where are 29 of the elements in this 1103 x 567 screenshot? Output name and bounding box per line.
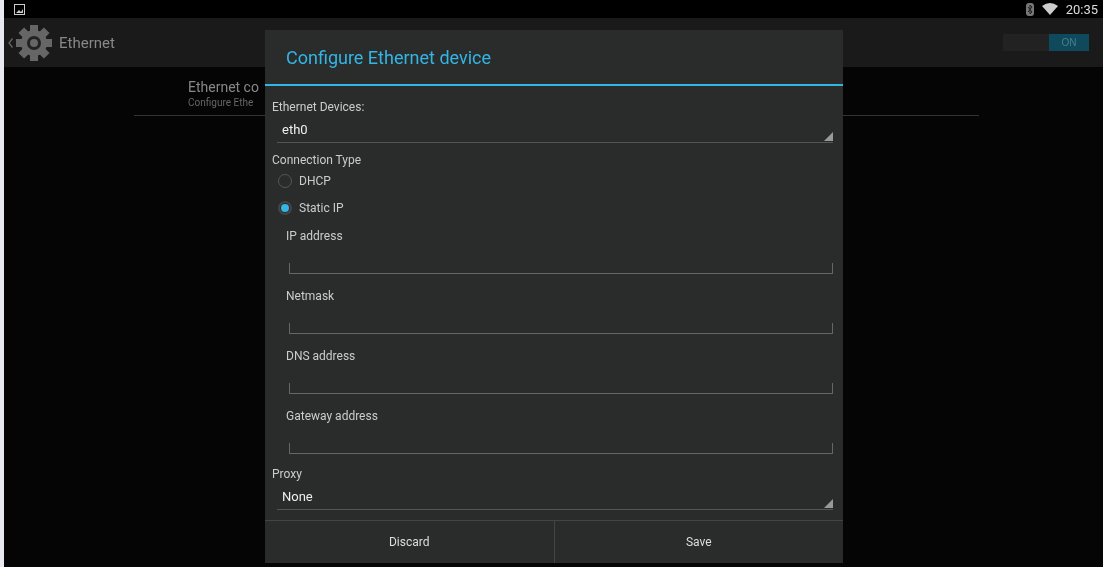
back-button[interactable] <box>8 23 53 62</box>
field-label: DNS address <box>286 349 357 363</box>
field-label: Ethernet Devices: <box>272 100 366 114</box>
device-dropdown[interactable]: eth0 <box>277 118 833 143</box>
text-input-field[interactable] <box>289 323 833 334</box>
field-label: Netmask <box>286 289 336 303</box>
text-input-field[interactable] <box>289 383 833 394</box>
proxy-dropdown[interactable]: None <box>277 485 833 510</box>
wifi-icon <box>1041 3 1058 15</box>
dropdown-corner-icon <box>824 499 833 508</box>
field-label: IP address <box>286 229 344 243</box>
gear-icon <box>15 23 53 62</box>
field-label: Connection Type <box>272 153 363 167</box>
radio-option[interactable]: DHCP <box>272 167 833 194</box>
text-input-field[interactable] <box>289 263 833 274</box>
field-label: Proxy <box>272 467 303 481</box>
dialog-button[interactable]: Save <box>553 521 843 563</box>
dialog-title: Configure Ethernet device <box>265 30 843 86</box>
clock: 20:35 <box>1065 1 1098 17</box>
dropdown-corner-icon <box>824 132 833 141</box>
picture-icon <box>14 3 25 15</box>
field-label: Gateway address <box>286 409 379 423</box>
text-input-field[interactable] <box>289 443 833 454</box>
dialog-button[interactable]: Discard <box>265 521 554 563</box>
list-item-subtitle: Configure Ethe <box>188 97 254 108</box>
radio-option[interactable]: Static IP <box>272 194 833 221</box>
list-item-title: Ethernet co <box>188 79 259 95</box>
screen-title: Ethernet <box>59 33 116 52</box>
back-caret-icon <box>8 37 13 48</box>
